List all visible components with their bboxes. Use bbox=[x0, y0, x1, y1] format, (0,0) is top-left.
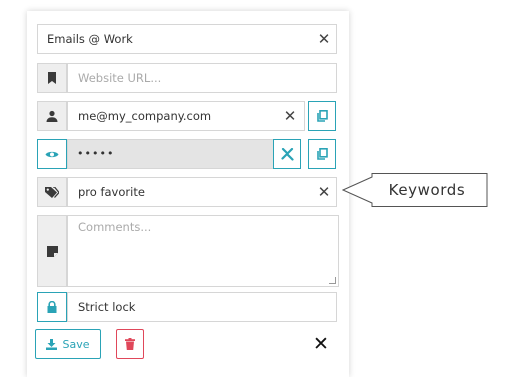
copy-icon bbox=[316, 110, 328, 122]
lock-toggle-button[interactable] bbox=[37, 292, 67, 322]
trash-icon bbox=[125, 338, 135, 350]
username-input[interactable]: me@my_company.com ✕ bbox=[67, 101, 305, 131]
title-row: Emails @ Work ✕ bbox=[37, 24, 337, 54]
lock-row: Strict lock bbox=[37, 292, 337, 322]
comments-textarea[interactable]: Comments... bbox=[67, 215, 339, 287]
bookmark-addon bbox=[37, 63, 67, 93]
eye-icon bbox=[45, 151, 59, 157]
close-icon[interactable]: ✕ bbox=[310, 333, 332, 355]
save-button[interactable]: Save bbox=[35, 329, 101, 359]
generate-password-button[interactable] bbox=[273, 139, 301, 169]
copy-username-button[interactable] bbox=[308, 101, 336, 131]
copy-icon bbox=[316, 148, 328, 160]
delete-button[interactable] bbox=[116, 329, 144, 359]
keywords-callout: Keywords bbox=[342, 173, 488, 207]
keywords-input[interactable]: pro favorite ✕ bbox=[67, 177, 337, 207]
username-text: me@my_company.com bbox=[78, 109, 212, 123]
tags-addon bbox=[37, 177, 67, 207]
password-input[interactable]: ••••• bbox=[67, 139, 274, 169]
clear-username-icon[interactable]: ✕ bbox=[280, 102, 300, 130]
resize-handle[interactable] bbox=[329, 277, 336, 284]
strict-lock-field: Strict lock bbox=[67, 292, 337, 322]
save-button-label: Save bbox=[62, 337, 90, 351]
copy-password-button[interactable] bbox=[308, 139, 336, 169]
password-masked-text: ••••• bbox=[77, 147, 115, 160]
user-icon bbox=[46, 110, 58, 122]
url-row: Website URL... bbox=[37, 63, 337, 93]
strict-lock-label: Strict lock bbox=[78, 300, 136, 314]
keywords-text: pro favorite bbox=[78, 185, 145, 199]
bookmark-icon bbox=[48, 72, 56, 84]
clear-keywords-icon[interactable]: ✕ bbox=[314, 178, 334, 206]
lock-icon bbox=[47, 301, 57, 313]
website-url-input[interactable]: Website URL... bbox=[67, 63, 337, 93]
generate-password-icon bbox=[280, 147, 294, 161]
username-row: me@my_company.com ✕ bbox=[37, 101, 337, 131]
callout-label: Keywords bbox=[388, 181, 466, 199]
note-icon bbox=[46, 245, 58, 257]
title-input[interactable]: Emails @ Work ✕ bbox=[37, 24, 337, 54]
clear-title-icon[interactable]: ✕ bbox=[314, 25, 334, 53]
website-url-placeholder: Website URL... bbox=[78, 71, 162, 85]
note-addon bbox=[37, 215, 67, 287]
tags-icon bbox=[45, 186, 59, 198]
comments-placeholder: Comments... bbox=[78, 220, 152, 234]
user-addon bbox=[37, 101, 67, 131]
keywords-row: pro favorite ✕ bbox=[37, 177, 337, 207]
comments-row: Comments... bbox=[37, 215, 339, 287]
title-input-text: Emails @ Work bbox=[47, 32, 133, 46]
download-icon bbox=[46, 338, 58, 350]
toggle-password-button[interactable] bbox=[37, 139, 67, 169]
password-row: ••••• bbox=[37, 139, 337, 169]
password-entry-card: Emails @ Work ✕ Website URL... me@my_com… bbox=[27, 11, 349, 377]
